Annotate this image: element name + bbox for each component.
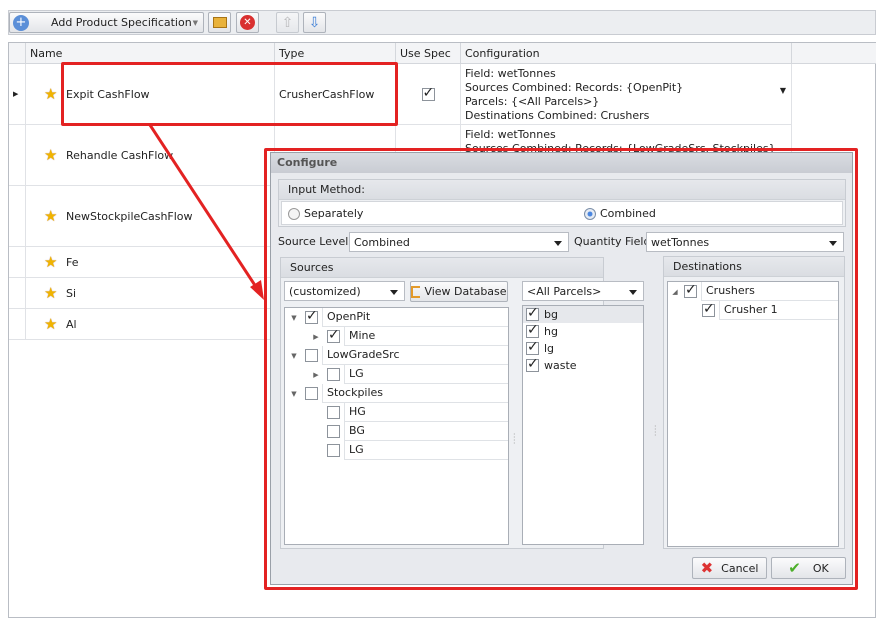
splitter-handle[interactable]: · · · ·	[654, 423, 657, 440]
cancel-x-icon: ✖	[700, 559, 714, 577]
checkbox[interactable]	[526, 339, 539, 355]
checkbox[interactable]	[305, 308, 318, 324]
checkbox[interactable]	[305, 387, 318, 400]
tree-node[interactable]: ▼OpenPit	[289, 308, 508, 327]
radio-combined[interactable]: Combined	[584, 204, 656, 223]
radio-selected-icon	[584, 207, 596, 220]
checkbox[interactable]	[327, 327, 340, 343]
ok-button[interactable]: ✔ OK	[771, 557, 846, 579]
tree-node[interactable]: BG	[311, 422, 508, 441]
parcel-item[interactable]: waste	[523, 356, 643, 374]
checkbox[interactable]	[327, 406, 340, 419]
collapse-icon: ◢	[672, 287, 678, 296]
tree-node[interactable]: ▶ LG	[311, 365, 508, 384]
dialog-title: Configure	[271, 153, 852, 173]
sources-filter-select[interactable]: (customized)	[284, 281, 405, 301]
checkbox[interactable]	[327, 444, 340, 457]
checkbox[interactable]	[327, 425, 340, 438]
splitter-handle[interactable]: · · · ·	[513, 431, 516, 448]
radio-icon	[288, 207, 300, 220]
tree-node[interactable]: LG	[311, 441, 508, 460]
tree-node-crushers[interactable]: ◢Crushers	[670, 282, 838, 301]
radio-separately[interactable]: Separately	[288, 204, 363, 223]
quantity-field-select[interactable]: wetTonnes	[646, 232, 844, 252]
checkbox[interactable]	[526, 305, 539, 321]
source-levels-select[interactable]: Combined	[349, 232, 569, 252]
sources-tree: ▼OpenPit▶Mine▼LowGradeSrc▶LG▼StockpilesH…	[284, 307, 509, 545]
collapse-icon[interactable]: ▼	[289, 352, 299, 360]
parcels-list: bghglgwaste	[522, 305, 644, 545]
parcels-filter-select[interactable]: <All Parcels>	[522, 281, 644, 301]
expand-icon[interactable]: ▶	[311, 333, 321, 341]
collapse-icon[interactable]: ▼	[289, 390, 299, 398]
checkbox[interactable]	[305, 349, 318, 362]
input-method-group: Input Method: Separately Combined	[278, 179, 846, 227]
parcel-item[interactable]: bg	[523, 305, 643, 323]
tree-node[interactable]: HG	[311, 403, 508, 422]
ok-check-icon: ✔	[788, 559, 801, 577]
checkbox[interactable]	[526, 322, 539, 338]
checkbox[interactable]	[526, 356, 539, 372]
expand-icon[interactable]: ▶	[311, 371, 321, 379]
destinations-tree: ◢Crushers Crusher 1	[667, 281, 839, 547]
parcel-item[interactable]: lg	[523, 339, 643, 357]
tree-node[interactable]: ▶Mine	[311, 327, 508, 346]
cancel-button[interactable]: ✖ Cancel	[692, 557, 767, 579]
tree-node[interactable]: ▼ LowGradeSrc	[289, 346, 508, 365]
tree-node-crusher-1[interactable]: Crusher 1	[702, 301, 838, 320]
configure-dialog: Configure Input Method: Separately Combi…	[270, 152, 853, 585]
parcel-item[interactable]: hg	[523, 322, 643, 340]
collapse-icon[interactable]: ▼	[289, 314, 299, 322]
tree-node[interactable]: ▼ Stockpiles	[289, 384, 508, 403]
view-database-button[interactable]: View Database	[410, 281, 508, 302]
checkbox[interactable]	[327, 368, 340, 381]
database-tree-icon	[411, 285, 421, 298]
